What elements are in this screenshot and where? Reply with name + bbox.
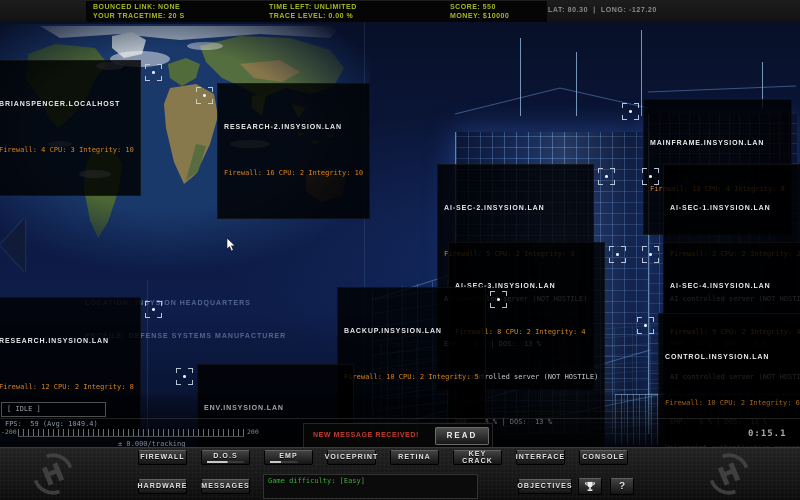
mouse-cursor: [226, 238, 238, 252]
console-button[interactable]: CONSOLE: [579, 450, 628, 465]
achievements-button[interactable]: [578, 478, 602, 495]
help-button[interactable]: ?: [610, 478, 634, 495]
hardware-button[interactable]: HARDWARE: [138, 479, 187, 494]
score-panel: SCORE: 550 MONEY: $10000: [443, 1, 547, 23]
lat-long-readout: LAT: 80.30 | LONG: -127.20: [548, 7, 657, 14]
message-alert-panel: NEW MESSAGE RECEIVED! READ: [303, 423, 493, 448]
target-crosshair-icon[interactable]: [176, 368, 193, 385]
status-bar: BOUNCED LINK: NONE YOUR TRACETIME: 20 S …: [0, 0, 800, 24]
target-crosshair-icon[interactable]: [196, 87, 213, 104]
emp-progress-bar: [270, 461, 308, 463]
tracking-ruler: [18, 429, 244, 437]
target-crosshair-icon[interactable]: [490, 291, 507, 308]
fps-readout: FPS: 59 (Avg: 1049.4): [5, 420, 98, 428]
mission-timer: 0:15.1: [748, 429, 787, 439]
read-message-button[interactable]: READ: [435, 427, 489, 445]
target-crosshair-icon[interactable]: [637, 317, 654, 334]
target-crosshair-icon[interactable]: [622, 103, 639, 120]
hacker-evolution-logo-icon: [28, 451, 78, 497]
emp-button[interactable]: EMP: [264, 450, 313, 465]
target-crosshair-icon[interactable]: [598, 168, 615, 185]
hud-divider: [0, 418, 800, 419]
game-screen: BOUNCED LINK: NONE YOUR TRACETIME: 20 S …: [0, 0, 800, 500]
retina-button[interactable]: RETINA: [390, 450, 439, 465]
new-message-alert: NEW MESSAGE RECEIVED!: [313, 432, 419, 439]
hacker-evolution-logo-icon: [704, 451, 754, 497]
target-crosshair-icon[interactable]: [642, 168, 659, 185]
scroll-left-arrow[interactable]: [0, 218, 25, 272]
game-console-output[interactable]: Game difficulty: [Easy]: [263, 474, 478, 499]
question-mark-icon: ?: [619, 481, 625, 492]
voiceprint-button[interactable]: VOICEPRINT: [327, 450, 376, 465]
server-node-brianspencer: BRIANSPENCER.LOCALHOST Firewall: 4 CPU: …: [0, 60, 162, 196]
trace-status-panel: TIME LEFT: UNLIMITED TRACE LEVEL: 0.00 %: [262, 1, 448, 23]
messages-button[interactable]: MESSAGES: [201, 479, 250, 494]
idle-status: [ IDLE ]: [1, 402, 106, 417]
link-status-panel: BOUNCED LINK: NONE YOUR TRACETIME: 20 S: [86, 1, 272, 23]
bounced-link-status: BOUNCED LINK: NONE: [93, 3, 265, 12]
target-crosshair-icon[interactable]: [609, 246, 626, 263]
server-node-research-2: RESEARCH-2.INSYSION.LAN Firewall: 16 CPU…: [196, 83, 370, 219]
dos-progress-bar: [207, 461, 245, 463]
key-crack-button[interactable]: KEY CRACK: [453, 450, 502, 465]
interface-button[interactable]: INTERFACE: [516, 450, 565, 465]
trace-level-status: TRACE LEVEL: 0.00 %: [269, 12, 441, 21]
target-crosshair-icon[interactable]: [145, 64, 162, 81]
firewall-button[interactable]: FIREWALL: [138, 450, 187, 465]
target-crosshair-icon[interactable]: [642, 246, 659, 263]
trophy-icon: [584, 481, 596, 493]
ruler-min-label: -200: [1, 428, 17, 436]
score-value: SCORE: 550: [450, 3, 540, 12]
target-crosshair-icon[interactable]: [145, 301, 162, 318]
time-left-status: TIME LEFT: UNLIMITED: [269, 3, 441, 12]
money-value: MONEY: $10000: [450, 12, 540, 21]
server-info-box[interactable]: RESEARCH-2.INSYSION.LAN Firewall: 16 CPU…: [217, 83, 370, 219]
objectives-button[interactable]: OBJECTIVES: [518, 479, 572, 494]
dos-button[interactable]: D.O.S: [201, 450, 250, 465]
tool-button-row: FIREWALL D.O.S EMP VOICEPRINT RETINA KEY…: [138, 450, 628, 465]
tracetime-status: YOUR TRACETIME: 20 S: [93, 12, 265, 21]
server-info-box[interactable]: BRIANSPENCER.LOCALHOST Firewall: 4 CPU: …: [0, 60, 141, 196]
ruler-max-label: 200: [247, 428, 259, 436]
